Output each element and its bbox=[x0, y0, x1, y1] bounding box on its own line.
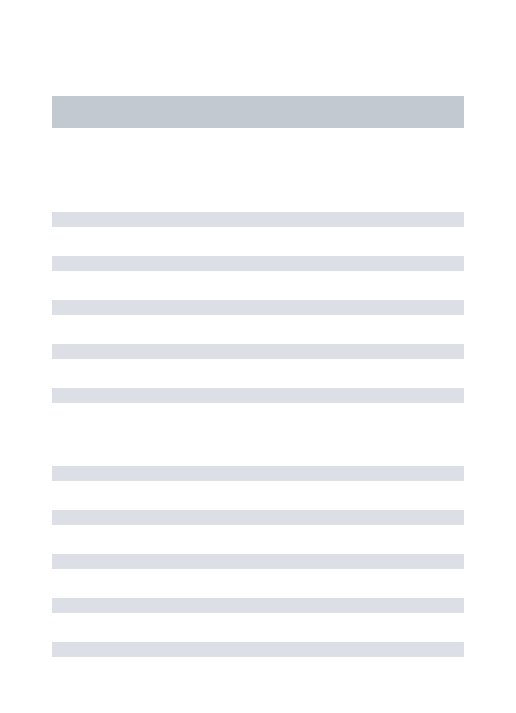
text-line bbox=[52, 344, 464, 359]
paragraph-group-1 bbox=[52, 212, 464, 403]
text-line bbox=[52, 510, 464, 525]
text-line bbox=[52, 466, 464, 481]
text-line bbox=[52, 388, 464, 403]
paragraph-group-2 bbox=[52, 466, 464, 657]
text-line bbox=[52, 554, 464, 569]
title-placeholder bbox=[52, 96, 464, 128]
text-line bbox=[52, 256, 464, 271]
text-line bbox=[52, 642, 464, 657]
text-line bbox=[52, 212, 464, 227]
text-line bbox=[52, 300, 464, 315]
text-line bbox=[52, 598, 464, 613]
